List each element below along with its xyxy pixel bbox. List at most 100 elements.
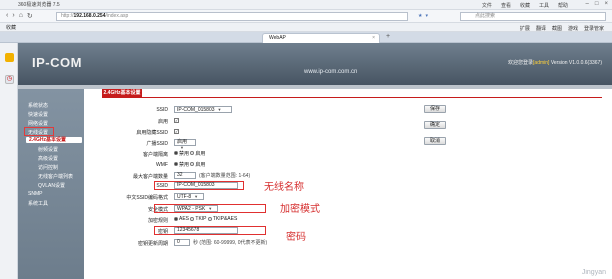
url-host: 192.168.0.254	[73, 13, 106, 19]
minimize-icon[interactable]: –	[586, 1, 589, 7]
sidebar-item-status[interactable]: 系统状态	[28, 102, 48, 109]
address-actions: ★ ▾	[418, 13, 428, 19]
nav-buttons: ‹ › ⌂ ↻	[6, 12, 33, 20]
wmf-enable-label: 启用	[195, 162, 206, 168]
new-tab-icon[interactable]: +	[386, 33, 390, 40]
browser-toolbar: ‹ › ⌂ ↻ http://192.168.0.254/index.asp ★…	[0, 10, 612, 23]
isolation-disable-label: 禁用	[179, 151, 190, 157]
row-wpa-algorithm: 加密规则 AES TKIP TKIP&AES	[84, 216, 612, 224]
tool-games[interactable]: 游戏	[568, 25, 578, 32]
maximize-icon[interactable]: □	[595, 1, 599, 7]
wpa-aes-radio[interactable]	[174, 217, 178, 221]
browser-tools: 扩展 翻译 截图 游戏 登录管家	[520, 25, 604, 32]
tool-login[interactable]: 登录管家	[584, 25, 604, 32]
history-icon[interactable]: ◷	[5, 75, 14, 84]
window-controls: – □ ×	[586, 1, 608, 7]
ssid-select-value: IP-COM_015803	[177, 107, 215, 113]
website-text: www.ip-com.com.cn	[304, 69, 358, 75]
tool-translate[interactable]: 翻译	[536, 25, 546, 32]
wpa-algorithm-label: 加密规则	[147, 218, 168, 224]
sidebar-item-radio[interactable]: 射频设置	[38, 146, 58, 153]
row-enable: 启用 ✓	[84, 117, 612, 125]
wpa-tkip-aes-radio[interactable]	[207, 217, 212, 221]
broadcast-ssid-label: 广播SSID	[146, 141, 168, 147]
enable-checkbox[interactable]: ✓	[174, 118, 179, 123]
annotation-password: 密码	[286, 232, 306, 243]
sidebar-item-client-list[interactable]: 无线客户端列表	[38, 173, 73, 180]
menu-file[interactable]: 文件	[482, 2, 492, 9]
favorites-icon[interactable]	[5, 53, 14, 62]
tab-close-icon[interactable]: ×	[372, 34, 375, 43]
enable-label: 启用	[157, 119, 168, 125]
tool-extensions[interactable]: 扩展	[520, 25, 530, 32]
cancel-button[interactable]: 取消	[424, 137, 446, 145]
ssid-label: SSID	[156, 107, 168, 113]
sidebar-item-advanced[interactable]: 高级设置	[38, 155, 58, 162]
url-protocol: http://	[61, 13, 74, 19]
wmf-enable-radio[interactable]	[190, 162, 195, 166]
welcome-text: 欢迎您登录[admin] Version V1.0.0.6(3367)	[508, 59, 602, 66]
apply-button[interactable]: 确定	[424, 121, 446, 129]
sidebar-item-snmp[interactable]: SNMP	[28, 191, 42, 197]
isolation-label: 客户端隔离	[142, 152, 168, 158]
tab-webap[interactable]: WebAP ×	[262, 33, 380, 43]
section-title: 2.4GHz基本设置	[102, 89, 142, 97]
row-isolation: 客户端隔离 禁用 启用	[84, 150, 612, 158]
version-text: Version V1.0.0.6(3367)	[550, 60, 602, 66]
close-icon[interactable]: ×	[604, 1, 608, 7]
isolation-enable-label: 启用	[195, 151, 206, 157]
menu-favorites[interactable]: 收藏	[520, 2, 530, 9]
favorite-star-icon[interactable]: ★	[418, 13, 422, 19]
ssid-encoding-select[interactable]: UTF-8 ▼	[174, 193, 204, 200]
section-divider	[102, 97, 602, 98]
hide-ssid-checkbox[interactable]: ✓	[174, 129, 179, 134]
wmf-disable-label: 禁用	[179, 162, 190, 168]
window-title: 360极速浏览器 7.5	[18, 2, 60, 8]
back-icon[interactable]: ‹	[6, 12, 8, 20]
sidebar-item-access-control[interactable]: 访问控制	[38, 164, 58, 171]
menu-view[interactable]: 查看	[501, 2, 511, 9]
sidebar-item-qvlan[interactable]: QVLAN设置	[38, 182, 65, 189]
key-update-label: 密钥更新周期	[137, 241, 168, 247]
chevron-down-icon: ▼	[194, 194, 199, 199]
sidebar-item-basic-24ghz[interactable]: 2.4GHz基本设置	[26, 137, 82, 143]
dropdown-icon[interactable]: ▾	[425, 13, 428, 19]
broadcast-ssid-select[interactable]: 启用▼	[174, 139, 196, 150]
sidebar-item-network[interactable]: 网络设置	[28, 120, 48, 127]
router-page: IP-COM www.ip-com.com.cn 欢迎您登录[admin] Ve…	[18, 43, 612, 279]
isolation-enable-radio[interactable]	[190, 151, 195, 155]
key-highlight-box	[154, 226, 266, 235]
sidebar-item-quick-setup[interactable]: 快速设置	[28, 111, 48, 118]
wpa-aes-label: AES	[179, 216, 190, 222]
menu-tools[interactable]: 工具	[539, 2, 549, 9]
address-bar[interactable]: http://192.168.0.254/index.asp	[56, 12, 408, 21]
welcome-user: [admin]	[533, 60, 550, 66]
isolation-disable-radio[interactable]	[174, 151, 178, 155]
menu-help[interactable]: 帮助	[558, 2, 568, 9]
home-icon[interactable]: ⌂	[19, 12, 23, 20]
max-clients-hint: (客户端数量范围: 1-64)	[199, 173, 251, 179]
welcome-prefix: 欢迎您登录	[508, 60, 534, 66]
refresh-icon[interactable]: ↻	[27, 12, 33, 20]
search-input[interactable]: 点此搜索	[460, 12, 606, 21]
router-header: IP-COM www.ip-com.com.cn 欢迎您登录[admin] Ve…	[18, 43, 612, 85]
ssid-select[interactable]: IP-COM_015803 ▼	[174, 106, 232, 113]
save-button[interactable]: 保存	[424, 105, 446, 113]
tab-strip: WebAP × +	[0, 32, 612, 43]
tool-screenshot[interactable]: 截图	[552, 25, 562, 32]
wpa-tkip-label: TKIP	[195, 216, 207, 222]
browser-titlebar: 360极速浏览器 7.5 文件 查看 收藏 工具 帮助 – □ ×	[0, 0, 612, 10]
wireless-highlight-box	[24, 127, 54, 136]
bookmarks-bar: 收藏 扩展 翻译 截图 游戏 登录管家	[0, 23, 612, 32]
wmf-disable-radio[interactable]	[174, 162, 178, 166]
tab-label: WebAP	[269, 35, 286, 41]
url-path: /index.asp	[105, 13, 129, 19]
key-update-input[interactable]: 0	[174, 239, 190, 246]
row-ssid: SSID IP-COM_015803 ▼	[84, 106, 612, 114]
content-area: 2.4GHz基本设置 SSID IP-COM_015803 ▼ 启用 ✓ 启用隐藏…	[84, 89, 612, 279]
forward-icon[interactable]: ›	[12, 12, 14, 20]
wpa-tkip-radio[interactable]	[190, 217, 195, 221]
sidebar-item-system-tools[interactable]: 系统工具	[28, 200, 48, 207]
max-clients-input[interactable]: 32	[174, 172, 196, 179]
bookmarks-label[interactable]: 收藏	[6, 24, 16, 31]
